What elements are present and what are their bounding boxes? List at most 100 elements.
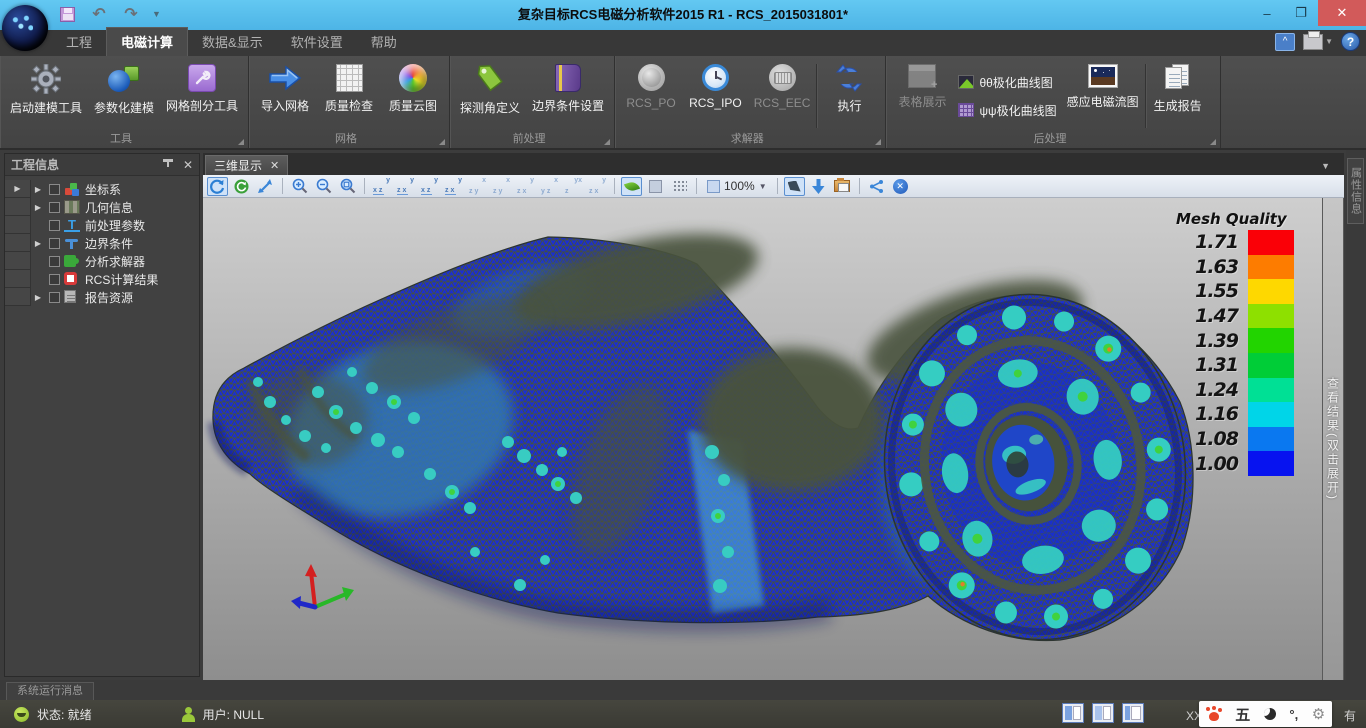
zoom-out-button[interactable] xyxy=(313,177,334,196)
tree-item-preprocess-params[interactable]: T 前处理参数 xyxy=(5,216,199,234)
checkbox[interactable] xyxy=(49,238,60,249)
viewport-canvas[interactable]: Mesh Quality 1.71 1.63 1.55 1.47 1.39 1.… xyxy=(203,198,1322,680)
panel-close-icon[interactable]: ✕ xyxy=(183,158,193,172)
ribbon-collapse-button[interactable]: ^ xyxy=(1275,33,1295,51)
import-mesh-button[interactable]: 导入网格 xyxy=(253,60,317,136)
probe-angle-button[interactable]: 探测角定义 xyxy=(454,60,526,136)
capture-image-button[interactable] xyxy=(832,177,853,196)
close-view-button[interactable]: ✕ xyxy=(890,177,911,196)
refresh-view-button[interactable] xyxy=(231,177,252,196)
results-collapsed-panel[interactable]: 查看结果(双击展开) xyxy=(1322,198,1344,680)
table-display-button[interactable]: 表格展示 xyxy=(890,60,954,136)
view-axis-button-8[interactable]: xyz xyxy=(539,177,560,196)
view-axis-button-2[interactable]: yzx xyxy=(395,177,416,196)
view-axis-button-6[interactable]: xzy xyxy=(491,177,512,196)
pan-zoom-button[interactable] xyxy=(255,177,276,196)
help-button[interactable]: ? xyxy=(1341,32,1360,51)
group-expand-icon[interactable] xyxy=(238,139,244,145)
tree-item-solver[interactable]: 分析求解器 xyxy=(5,252,199,270)
psi-polarization-curve-button[interactable]: ψψ极化曲线图 xyxy=(954,98,1060,122)
tree-item-rcs-result[interactable]: RCS计算结果 xyxy=(5,270,199,288)
ime-wubi-mode[interactable]: 五 xyxy=(1235,704,1250,725)
flat-view-button[interactable] xyxy=(645,177,666,196)
ime-toolbar[interactable]: 五 °, ⚙ xyxy=(1199,701,1332,727)
tab-software-settings[interactable]: 软件设置 xyxy=(277,28,357,56)
ime-paw-icon[interactable] xyxy=(1206,706,1222,722)
checkbox[interactable] xyxy=(49,220,60,231)
tab-project[interactable]: 工程 xyxy=(52,28,106,56)
group-expand-icon[interactable] xyxy=(439,139,445,145)
parametric-modeling-button[interactable]: 参数化建模 xyxy=(88,60,160,136)
zoom-level-select[interactable]: 100% ▼ xyxy=(703,179,771,193)
axis-triad xyxy=(291,564,354,609)
group-expand-icon[interactable] xyxy=(604,139,610,145)
tab-close-icon[interactable]: ✕ xyxy=(270,159,279,172)
tree-item-geometry-info[interactable]: ▶ 几何信息 xyxy=(5,198,199,216)
shaded-view-button[interactable] xyxy=(621,177,642,196)
checkbox[interactable] xyxy=(49,184,60,195)
expander-icon[interactable]: ▶ xyxy=(31,293,45,302)
tab-overflow-icon[interactable]: ▼ xyxy=(1321,161,1330,171)
checkbox[interactable] xyxy=(49,202,60,213)
view-manipulate-button[interactable] xyxy=(784,177,805,196)
rcs-eec-button[interactable]: RCS_EEC xyxy=(748,60,817,136)
view-axis-button-1[interactable]: yxz xyxy=(371,177,392,196)
close-button[interactable]: ✕ xyxy=(1318,0,1366,26)
share-view-button[interactable] xyxy=(866,177,887,196)
zoom-fit-button[interactable] xyxy=(337,177,358,196)
ime-punctuation[interactable]: °, xyxy=(1289,707,1298,722)
checkbox[interactable] xyxy=(49,256,60,267)
tab-data-display[interactable]: 数据&显示 xyxy=(188,28,277,56)
properties-tab[interactable]: 属性信息 xyxy=(1347,158,1364,224)
induced-current-map-button[interactable]: 感应电磁流图 xyxy=(1061,60,1145,136)
expander-icon[interactable]: ▶ xyxy=(31,239,45,248)
checkbox[interactable] xyxy=(49,292,60,303)
tab-em-computation[interactable]: 电磁计算 xyxy=(106,27,188,56)
view-axis-button-7[interactable]: yzx xyxy=(515,177,536,196)
tree-item-boundary-condition[interactable]: ▶ 边界条件 xyxy=(5,234,199,252)
zoom-in-button[interactable] xyxy=(289,177,310,196)
expander-icon[interactable]: ▶ xyxy=(31,203,45,212)
rcs-po-button[interactable]: RCS_PO xyxy=(619,60,683,136)
save-view-button[interactable] xyxy=(808,177,829,196)
mesh-quality-legend: Mesh Quality 1.71 1.63 1.55 1.47 1.39 1.… xyxy=(1184,210,1302,476)
rotate-view-button[interactable] xyxy=(207,177,228,196)
quality-cloudmap-button[interactable]: 质量云图 xyxy=(381,60,445,136)
layout-left-button[interactable] xyxy=(1062,703,1084,723)
tab-help[interactable]: 帮助 xyxy=(357,28,411,56)
view-axis-button-4[interactable]: yzx xyxy=(443,177,464,196)
tab-3d-display[interactable]: 三维显示 ✕ xyxy=(205,155,288,175)
layout-split-button[interactable] xyxy=(1092,703,1114,723)
printer-dropdown-icon[interactable]: ▼ xyxy=(1325,37,1333,46)
generate-report-button[interactable]: 生成报告 xyxy=(1146,60,1210,136)
pin-icon[interactable] xyxy=(161,158,175,172)
theta-polarization-curve-button[interactable]: θθ极化曲线图 xyxy=(954,70,1060,94)
quality-check-button[interactable]: 质量检查 xyxy=(317,60,381,136)
launch-modeling-tool-button[interactable]: 启动建模工具 xyxy=(4,60,88,136)
layout-switcher xyxy=(1062,703,1144,723)
view-axis-button-10[interactable]: yzx xyxy=(587,177,608,196)
minimize-button[interactable]: – xyxy=(1250,0,1284,26)
print-button[interactable]: ▼ xyxy=(1303,34,1333,50)
parameter-icon: T xyxy=(64,218,80,232)
layout-bottom-button[interactable] xyxy=(1122,703,1144,723)
execute-button[interactable]: 执行 xyxy=(817,60,881,136)
restore-button[interactable]: ❐ xyxy=(1284,0,1318,26)
mesh-tool-button[interactable]: 网格剖分工具 xyxy=(160,60,244,136)
checkbox[interactable] xyxy=(49,274,60,285)
ime-moon-icon[interactable] xyxy=(1264,708,1276,720)
rcs-ipo-button[interactable]: RCS_IPO xyxy=(683,60,748,136)
tree-item-coordinate-system[interactable]: ▶ ▶ 坐标系 xyxy=(5,180,199,198)
points-view-button[interactable] xyxy=(669,177,690,196)
group-expand-icon[interactable] xyxy=(1210,139,1216,145)
boundary-condition-button[interactable]: 边界条件设置 xyxy=(526,60,610,136)
system-messages-tab[interactable]: 系统运行消息 xyxy=(6,682,94,700)
group-expand-icon[interactable] xyxy=(875,139,881,145)
ime-settings-gear-icon[interactable]: ⚙ xyxy=(1312,707,1325,722)
view-axis-button-9[interactable]: yxz xyxy=(563,177,584,196)
view-axis-button-3[interactable]: yxz xyxy=(419,177,440,196)
expander-icon[interactable]: ▶ xyxy=(31,185,45,194)
tree-item-report-resource[interactable]: ▶ 报告资源 xyxy=(5,288,199,306)
app-logo-icon[interactable] xyxy=(2,5,48,51)
view-axis-button-5[interactable]: xzy xyxy=(467,177,488,196)
